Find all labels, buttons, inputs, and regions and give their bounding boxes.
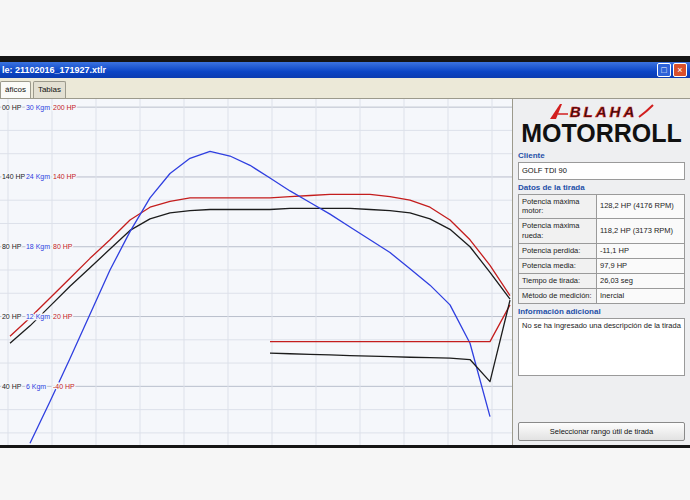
logo-mark-icon xyxy=(549,102,569,120)
logo-name: MOTORROLL xyxy=(521,120,682,148)
side-panel: BLAHAMOTORROLL Cliente GOLF TDI 90 Datos de… xyxy=(513,99,690,445)
grid xyxy=(0,99,512,445)
app-window: le: 21102016_171927.xtlr□×áficosTablas00… xyxy=(0,62,690,445)
run-label: Potencia media: xyxy=(519,259,597,274)
run-section: Datos de la tirada Potencia máxima motor:… xyxy=(518,183,685,304)
run-value: 26,03 seg xyxy=(597,274,685,289)
run-label: Método de medición: xyxy=(519,289,597,304)
client-field[interactable]: GOLF TDI 90 xyxy=(518,162,685,180)
run-value: 97,9 HP xyxy=(597,259,685,274)
section-title: Información adicional xyxy=(518,307,685,316)
logo-brand: BLAHA xyxy=(570,103,638,120)
kgm-tick: 12 Kgm xyxy=(26,313,50,321)
hp-tick-right: 80 HP xyxy=(53,243,73,250)
info-section: Información adicional No se ha ingresado … xyxy=(518,307,685,376)
run-table: Potencia máxima motor:128,2 HP (4176 RPM… xyxy=(518,194,685,304)
chart-pane: 00 HP 30 Kgm200 HP 140 HP24 Kgm140 HP 80 HP… xyxy=(0,99,513,445)
axis-label: 40 HP 6 Kgm -40 HP xyxy=(2,383,75,391)
tab-strip: áficosTablas xyxy=(0,78,690,99)
run-label: Potencia máxima rueda: xyxy=(519,219,597,244)
kgm-tick: 24 Kgm xyxy=(26,173,50,181)
tab[interactable]: áficos xyxy=(0,81,31,98)
monitor-bezel-top xyxy=(0,0,690,62)
axis-label: 00 HP 30 Kgm200 HP xyxy=(2,104,77,112)
hp-tick: 80 HP xyxy=(2,243,22,250)
run-label: Potencia máxima motor: xyxy=(519,195,597,220)
window-title: le: 21102016_171927.xtlr xyxy=(2,65,106,75)
power-curve xyxy=(270,300,510,381)
axis-label: 140 HP24 Kgm140 HP xyxy=(2,173,77,181)
hp-tick-right: 20 HP xyxy=(53,313,73,320)
client-section: Cliente GOLF TDI 90 xyxy=(518,151,685,180)
logo-swoosh-icon xyxy=(638,102,654,120)
hp-tick-right: 140 HP xyxy=(53,173,77,180)
hp-tick: 20 HP xyxy=(2,313,22,320)
run-value: 128,2 HP (4176 RPM) xyxy=(597,195,685,220)
hp-tick-right: 200 HP xyxy=(53,104,77,111)
monitor-bezel-bottom xyxy=(0,445,690,500)
kgm-tick: 18 Kgm xyxy=(26,243,50,251)
run-value: -11,1 HP xyxy=(597,244,685,259)
kgm-tick: 30 Kgm xyxy=(26,104,50,112)
axis-label: 80 HP18 Kgm80 HP xyxy=(2,243,73,251)
run-label: Potencia perdida: xyxy=(519,244,597,259)
dyno-chart: 00 HP 30 Kgm200 HP 140 HP24 Kgm140 HP 80 HP… xyxy=(0,99,512,445)
power-curve xyxy=(10,194,510,336)
run-value: Inercial xyxy=(597,289,685,304)
logo: BLAHAMOTORROLL xyxy=(518,102,685,148)
section-title: Datos de la tirada xyxy=(518,183,685,192)
hp-tick: 40 HP xyxy=(2,383,22,390)
hp-tick: 140 HP xyxy=(2,173,26,180)
kgm-tick: 6 Kgm xyxy=(26,383,46,391)
power-curve xyxy=(10,208,510,343)
hp-tick: 00 HP xyxy=(2,104,22,111)
power-curve xyxy=(270,305,510,342)
select-range-button[interactable]: Seleccionar rango útil de tirada xyxy=(518,422,685,441)
title-bar: le: 21102016_171927.xtlr □× xyxy=(0,62,690,78)
close-button[interactable]: × xyxy=(673,63,687,77)
torque-curve xyxy=(30,151,490,443)
hp-tick-right: -40 HP xyxy=(53,383,75,390)
info-textarea[interactable]: No se ha ingresado una descripción de la… xyxy=(518,318,685,376)
tab[interactable]: Tablas xyxy=(33,81,66,98)
axis-label: 20 HP12 Kgm20 HP xyxy=(2,313,73,321)
run-label: Tiempo de tirada: xyxy=(519,274,597,289)
section-title: Cliente xyxy=(518,151,685,160)
run-value: 118,2 HP (3173 RPM) xyxy=(597,219,685,244)
maximize-button[interactable]: □ xyxy=(657,63,671,77)
page: le: 21102016_171927.xtlr□×áficosTablas00… xyxy=(0,0,690,500)
